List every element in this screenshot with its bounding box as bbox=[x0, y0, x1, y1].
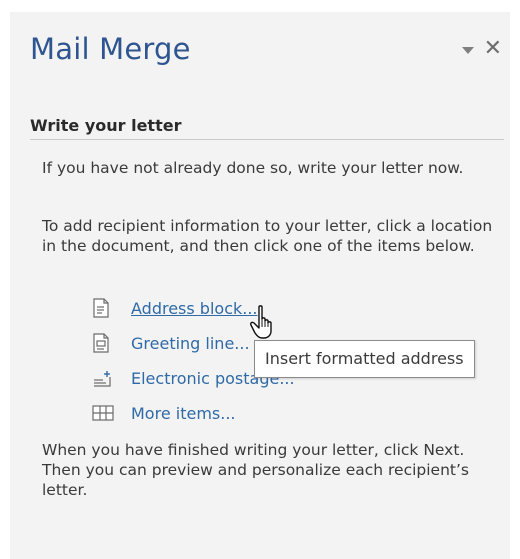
instructions-text: To add recipient information to your let… bbox=[42, 217, 493, 255]
greeting-line-icon bbox=[92, 333, 110, 353]
hand-cursor-icon bbox=[249, 304, 281, 340]
chevron-down-icon[interactable] bbox=[461, 46, 474, 54]
tooltip: Insert formatted address bbox=[254, 340, 475, 378]
intro-text: If you have not already done so, write y… bbox=[42, 159, 464, 177]
more-items-item[interactable]: More items... bbox=[92, 402, 295, 424]
pane-controls: ✕ bbox=[461, 38, 502, 60]
mail-merge-pane: Mail Merge ✕ Write your letter If you ha… bbox=[10, 12, 510, 559]
greeting-line-link[interactable]: Greeting line... bbox=[131, 334, 250, 353]
more-items-link[interactable]: More items... bbox=[131, 404, 236, 423]
electronic-postage-icon bbox=[92, 368, 111, 388]
more-items-icon bbox=[92, 403, 114, 423]
address-block-icon bbox=[92, 298, 110, 318]
footer-text: When you have finished writing your lett… bbox=[42, 441, 469, 499]
address-block-link[interactable]: Address block... bbox=[131, 299, 258, 318]
close-icon[interactable]: ✕ bbox=[484, 38, 502, 60]
section-heading: Write your letter bbox=[30, 116, 504, 140]
pane-title: Mail Merge bbox=[30, 32, 191, 66]
